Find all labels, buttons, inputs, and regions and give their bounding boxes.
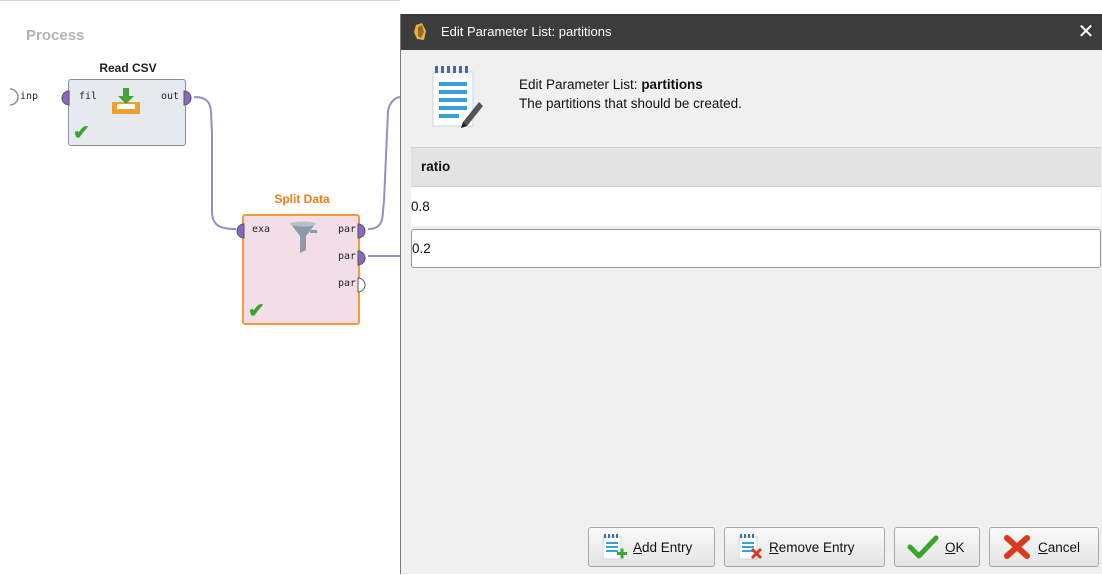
read-csv-input-port[interactable] bbox=[59, 90, 71, 106]
split-data-checkmark-icon: ✔ bbox=[248, 300, 265, 322]
table-row[interactable]: 0.8 bbox=[411, 187, 1101, 226]
cancel-x-icon bbox=[1004, 535, 1030, 559]
dialog-header-title: Edit Parameter List: partitions bbox=[519, 77, 703, 92]
rapidminer-app-icon bbox=[414, 23, 426, 40]
add-entry-icon bbox=[602, 534, 627, 560]
ok-checkmark-icon bbox=[907, 535, 939, 559]
cancel-button[interactable]: Cancel bbox=[989, 527, 1099, 567]
dialog-header-prefix: Edit Parameter List: bbox=[519, 77, 642, 92]
read-csv-icon bbox=[112, 88, 140, 114]
dialog-header-description: The partitions that should be created. bbox=[519, 96, 742, 111]
dialog-buttons: Add Entry Remove Entry OK Cancel bbox=[401, 527, 1102, 567]
column-header-ratio[interactable]: ratio bbox=[411, 147, 1101, 187]
split-data-operator[interactable]: exa par par par ✔ bbox=[236, 214, 366, 325]
filter-funnel-icon bbox=[290, 221, 317, 253]
read-csv-checkmark-icon: ✔ bbox=[73, 122, 90, 144]
read-csv-operator[interactable]: fil out ✔ bbox=[61, 79, 192, 146]
edit-parameter-list-dialog: Edit Parameter List: partitions ✕ Edit P… bbox=[400, 14, 1102, 574]
ok-button[interactable]: OK bbox=[894, 527, 980, 567]
remove-entry-icon bbox=[738, 534, 763, 560]
parameter-table: ratio 0.8 0.2 bbox=[411, 147, 1101, 268]
add-entry-label: Add Entry bbox=[633, 539, 693, 555]
dialog-header-param: partitions bbox=[641, 77, 703, 92]
close-icon[interactable]: ✕ bbox=[1075, 19, 1097, 44]
split-data-output-port-2[interactable] bbox=[357, 250, 369, 266]
split-data-output-port-label-1: par bbox=[338, 224, 357, 235]
wire-read-to-split bbox=[193, 96, 237, 230]
split-data-input-port[interactable] bbox=[234, 223, 246, 239]
remove-entry-button[interactable]: Remove Entry bbox=[724, 527, 885, 567]
add-entry-button[interactable]: Add Entry bbox=[588, 527, 715, 567]
dialog-titlebar[interactable]: Edit Parameter List: partitions ✕ bbox=[401, 14, 1102, 50]
dialog-title: Edit Parameter List: partitions bbox=[441, 24, 612, 39]
process-input-port bbox=[9, 88, 19, 106]
read-csv-output-port-label: out bbox=[161, 91, 180, 102]
read-csv-title: Read CSV bbox=[99, 61, 157, 75]
process-canvas[interactable]: Process inp Read CSV fil out ✔ Split Dat… bbox=[0, 0, 400, 574]
split-data-title: Split Data bbox=[274, 192, 330, 206]
cancel-label: Cancel bbox=[1038, 539, 1081, 555]
remove-entry-label: Remove Entry bbox=[769, 539, 855, 555]
read-csv-output-port[interactable] bbox=[183, 90, 195, 106]
split-data-output-port-1[interactable] bbox=[357, 223, 369, 239]
wire-split-par1 bbox=[367, 96, 400, 230]
split-data-output-port-label-2: par bbox=[338, 251, 357, 262]
ok-label: OK bbox=[945, 539, 965, 555]
split-data-output-port-3[interactable] bbox=[357, 277, 369, 293]
table-row-selected[interactable]: 0.2 bbox=[411, 229, 1101, 268]
read-csv-input-port-label: fil bbox=[79, 91, 98, 102]
parameter-list-icon bbox=[432, 66, 483, 128]
split-data-input-port-label: exa bbox=[252, 224, 271, 235]
process-input-port-label: inp bbox=[20, 91, 39, 102]
split-data-output-port-label-3: par bbox=[338, 278, 357, 289]
